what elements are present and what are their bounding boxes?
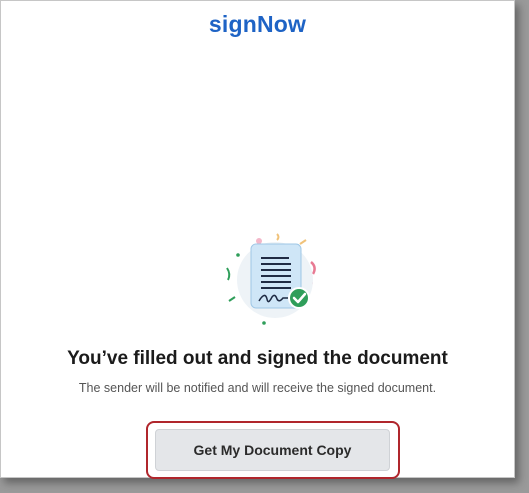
signed-document-icon <box>226 233 316 325</box>
completion-title: You’ve filled out and signed the documen… <box>67 348 448 369</box>
signnow-logo: signNow <box>208 11 307 37</box>
completion-subtitle: The sender will be notified and will rec… <box>78 381 437 395</box>
get-document-copy-button[interactable]: Get My Document Copy <box>155 429 390 471</box>
signing-complete-page: signNow You’ve filled out and signed the… <box>0 0 515 479</box>
